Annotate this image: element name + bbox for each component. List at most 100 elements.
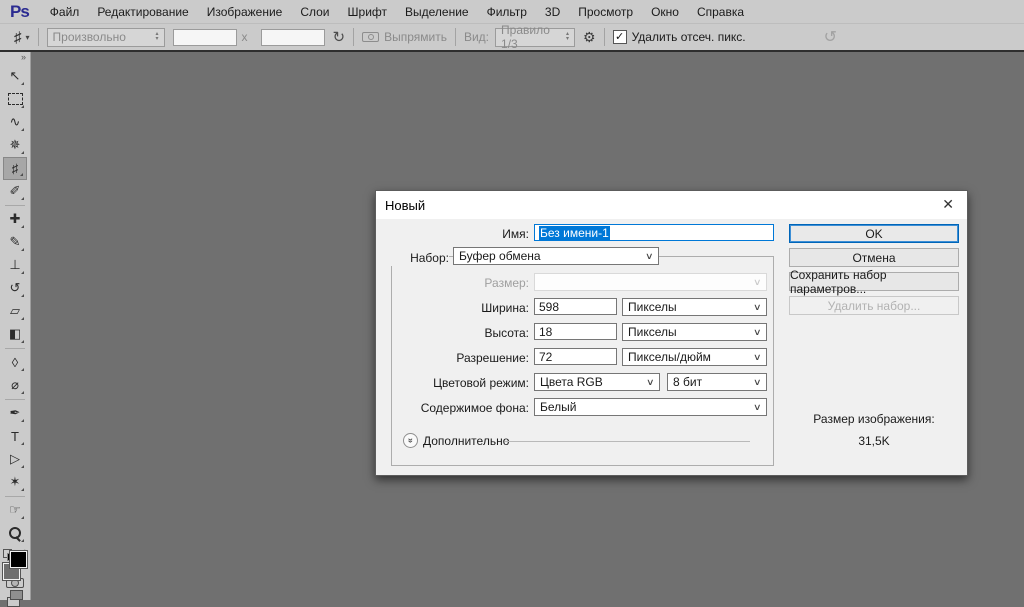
name-label: Имя: [434, 227, 529, 242]
image-size-label: Размер изображения: [789, 412, 959, 427]
swap-dimensions-icon[interactable]: ↻ [333, 28, 346, 46]
rectangular-marquee-tool[interactable] [3, 88, 27, 111]
height-label: Высота: [416, 326, 529, 341]
crop-width-input[interactable] [173, 29, 237, 46]
width-input[interactable]: 598 [534, 298, 617, 315]
history-brush-tool[interactable]: ↺ [3, 277, 27, 300]
chevron-down-icon: ∨ [753, 277, 762, 288]
menu-item[interactable]: Шрифт [339, 5, 396, 19]
menu-item[interactable]: Файл [41, 5, 89, 19]
crop-preset-select[interactable]: Произвольно ▴▾ [47, 28, 165, 47]
size-label: Размер: [416, 276, 529, 291]
healing-brush-tool[interactable]: ✚ [3, 208, 27, 231]
view-label: Вид: [464, 30, 489, 44]
width-unit-select[interactable]: Пикселы ∨ [622, 298, 767, 316]
resolution-unit-select[interactable]: Пикселы/дюйм ∨ [622, 348, 767, 366]
check-icon: ✓ [615, 32, 624, 42]
chevron-down-icon: ∨ [753, 327, 762, 338]
overlay-select[interactable]: Правило 1/3 ▴▾ [495, 28, 575, 47]
size-select: ∨ [534, 273, 767, 291]
color-swatches [3, 563, 27, 568]
crop-tool[interactable]: ♯ [3, 157, 27, 180]
ok-button[interactable]: OK [789, 224, 959, 243]
divider [505, 441, 750, 442]
menu-item[interactable]: Фильтр [478, 5, 536, 19]
ratio-separator: x [242, 30, 248, 44]
zoom-tool[interactable] [3, 522, 27, 545]
preset-select[interactable]: Буфер обмена ∨ [453, 247, 659, 265]
advanced-label[interactable]: Дополнительно [423, 434, 509, 449]
menu-items: ФайлРедактированиеИзображениеСлоиШрифтВы… [41, 5, 753, 19]
lasso-tool[interactable]: ∿ [3, 111, 27, 134]
crop-tool-badge[interactable]: ♯ ▾ [14, 29, 30, 46]
width-unit-value: Пикселы [628, 300, 677, 314]
dialog-title: Новый [385, 198, 425, 213]
gradient-tool[interactable]: ◧ [3, 323, 27, 346]
spinner-down-icon: ▾ [566, 37, 569, 42]
straighten-button[interactable]: Выпрямить [384, 30, 447, 44]
divider [38, 28, 39, 46]
blur-tool[interactable]: ◊ [3, 351, 27, 374]
divider [455, 28, 456, 46]
background-color-swatch[interactable] [10, 551, 27, 568]
divider [604, 28, 605, 46]
resolution-value: 72 [539, 350, 552, 364]
menu-item[interactable]: Изображение [198, 5, 292, 19]
eyedropper-tool[interactable]: ✐ [3, 180, 27, 203]
quick-selection-tool[interactable]: ✵ [3, 134, 27, 157]
color-mode-select[interactable]: Цвета RGB ∨ [534, 373, 660, 391]
name-input[interactable]: Без имени-1 [534, 224, 774, 241]
height-unit-value: Пикселы [628, 325, 677, 339]
menu-item[interactable]: 3D [536, 5, 569, 19]
pen-tool[interactable]: ✒ [3, 402, 27, 425]
background-contents-select[interactable]: Белый ∨ [534, 398, 767, 416]
menu-item[interactable]: Просмотр [569, 5, 642, 19]
chevron-down-icon: ∨ [753, 402, 762, 413]
save-preset-button[interactable]: Сохранить набор параметров... [789, 272, 959, 291]
menu-item[interactable]: Слои [291, 5, 338, 19]
overlay-value: Правило 1/3 [501, 23, 566, 51]
cancel-button[interactable]: Отмена [789, 248, 959, 267]
dialog-titlebar[interactable]: Новый ✕ [376, 191, 967, 219]
tools-panel: » ······· ↖∿✵♯✐✚✎⊥↺▱◧◊⌀✒T▷✶☞ ⇄ [0, 52, 31, 600]
delete-preset-button: Удалить набор... [789, 296, 959, 315]
crop-height-input[interactable] [261, 29, 325, 46]
brush-tool[interactable]: ✎ [3, 231, 27, 254]
resolution-input[interactable]: 72 [534, 348, 617, 365]
advanced-expander[interactable]: » [403, 433, 418, 448]
menu-item[interactable]: Окно [642, 5, 688, 19]
photoshop-logo: Ps [10, 2, 29, 22]
height-input[interactable]: 18 [534, 323, 617, 340]
width-value: 598 [539, 300, 559, 314]
double-chevron-icon: » [406, 438, 415, 443]
image-size-value: 31,5K [789, 434, 959, 449]
spinner-icon: ▴▾ [566, 32, 569, 42]
eraser-tool[interactable]: ▱ [3, 300, 27, 323]
preset-value: Буфер обмена [459, 249, 541, 263]
resolution-label: Разрешение: [416, 351, 529, 366]
move-tool[interactable]: ↖ [3, 65, 27, 88]
chevron-down-icon: ∨ [646, 377, 655, 388]
dodge-tool[interactable]: ⌀ [3, 374, 27, 397]
divider [353, 28, 354, 46]
height-unit-select[interactable]: Пикселы ∨ [622, 323, 767, 341]
chevron-down-icon: ∨ [645, 251, 654, 262]
background-contents-label: Содержимое фона: [386, 401, 529, 416]
close-icon[interactable]: ✕ [942, 196, 954, 213]
new-document-dialog: Новый ✕ Имя: Без имени-1 OK Отмена Сохра… [375, 190, 968, 476]
custom-shape-tool[interactable]: ✶ [3, 471, 27, 494]
hand-tool[interactable]: ☞ [3, 499, 27, 522]
type-tool[interactable]: T [3, 425, 27, 448]
gear-icon[interactable]: ⚙ [583, 29, 596, 46]
delete-cropped-pixels-label: Удалить отсеч. пикс. [632, 30, 746, 44]
tool-list: ↖ ∿✵♯✐ ✚✎⊥↺▱◧ ◊⌀ ✒T▷✶ ☞ [0, 65, 30, 545]
menu-item[interactable]: Редактирование [88, 5, 197, 19]
bit-depth-select[interactable]: 8 бит ∨ [667, 373, 767, 391]
collapse-panel-button[interactable]: » [21, 52, 30, 63]
delete-cropped-pixels-checkbox[interactable]: ✓ [613, 30, 627, 44]
menu-item[interactable]: Справка [688, 5, 753, 19]
path-selection-tool[interactable]: ▷ [3, 448, 27, 471]
clone-stamp-tool[interactable]: ⊥ [3, 254, 27, 277]
reset-icon[interactable]: ↺ [824, 27, 837, 47]
menu-item[interactable]: Выделение [396, 5, 478, 19]
